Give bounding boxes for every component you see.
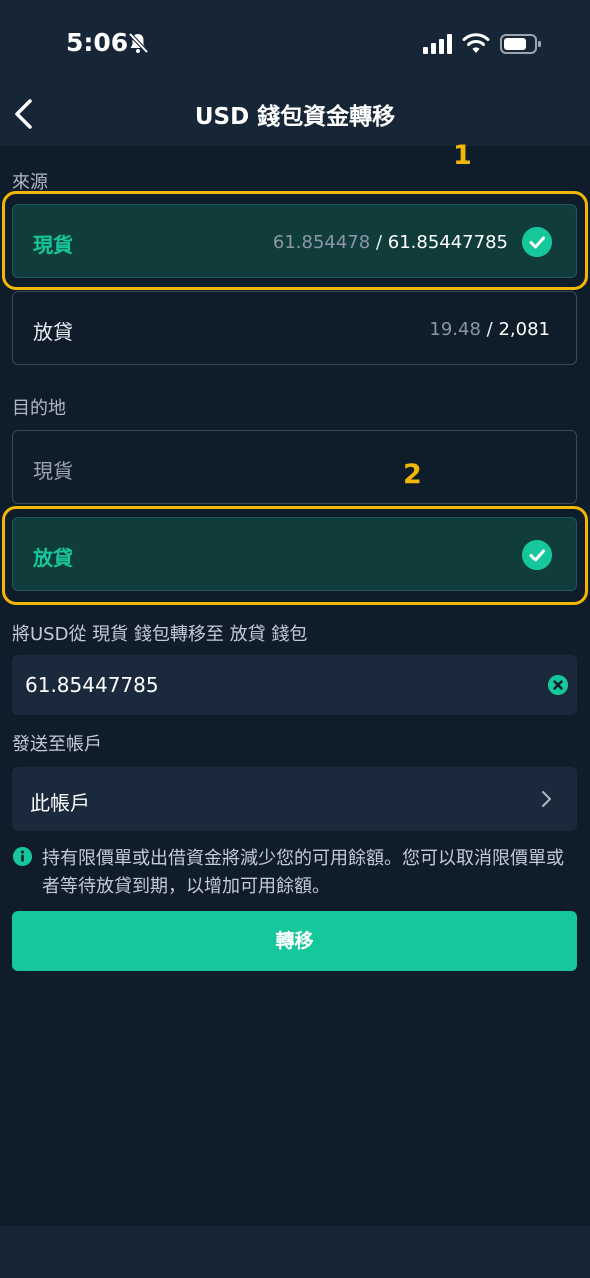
step-number-2: 2 [403, 459, 422, 490]
battery-icon [500, 34, 541, 54]
status-time: 5:06 [66, 28, 129, 57]
transfer-description: 將USD從 現貨 錢包轉移至 放貸 錢包 [12, 624, 308, 645]
source-label: 來源 [12, 172, 48, 193]
account-selector[interactable]: 此帳戶 [12, 767, 577, 831]
info-text: 持有限價單或出借資金將減少您的可用餘額。您可以取消限價單或者等待放貸到期，以增加… [42, 848, 564, 897]
destination-option-funding[interactable]: 放貸 [12, 517, 577, 591]
wifi-icon [462, 33, 490, 53]
chevron-right-icon [542, 791, 551, 807]
info-icon [13, 847, 32, 866]
source-option-name: 放貸 [33, 320, 73, 344]
total-balance: 61.85447785 [387, 232, 508, 253]
transfer-button[interactable]: 轉移 [12, 911, 577, 971]
amount-input[interactable]: 61.85447785 [12, 655, 577, 715]
destination-option-spot[interactable]: 現貨 [12, 430, 577, 504]
page-title: USD 錢包資金轉移 [194, 104, 396, 130]
destination-option-name: 現貨 [33, 459, 73, 483]
check-icon [522, 540, 552, 570]
bell-off-icon [128, 32, 149, 54]
signal-icon [423, 34, 452, 54]
available-balance: 19.48 [429, 319, 481, 340]
available-balance: 61.854478 [272, 232, 371, 253]
send-to-label: 發送至帳戶 [12, 734, 102, 755]
total-balance: 2,081 [498, 319, 550, 340]
destination-option-name: 放貸 [33, 546, 73, 570]
destination-label: 目的地 [12, 398, 66, 419]
source-option-balance: 19.48 / 2,081 [429, 319, 550, 340]
source-option-funding[interactable]: 放貸 19.48 / 2,081 [12, 291, 577, 365]
bottom-bar [0, 1226, 590, 1278]
source-option-name: 現貨 [33, 233, 73, 257]
source-option-spot[interactable]: 現貨 61.854478 / 61.85447785 [12, 204, 577, 278]
account-value: 此帳戶 [30, 791, 90, 815]
step-number-1: 1 [453, 140, 472, 171]
amount-value: 61.85447785 [25, 673, 159, 697]
check-icon [522, 227, 552, 257]
source-option-balance: 61.854478 / 61.85447785 [272, 232, 508, 253]
clear-icon[interactable] [548, 675, 568, 695]
